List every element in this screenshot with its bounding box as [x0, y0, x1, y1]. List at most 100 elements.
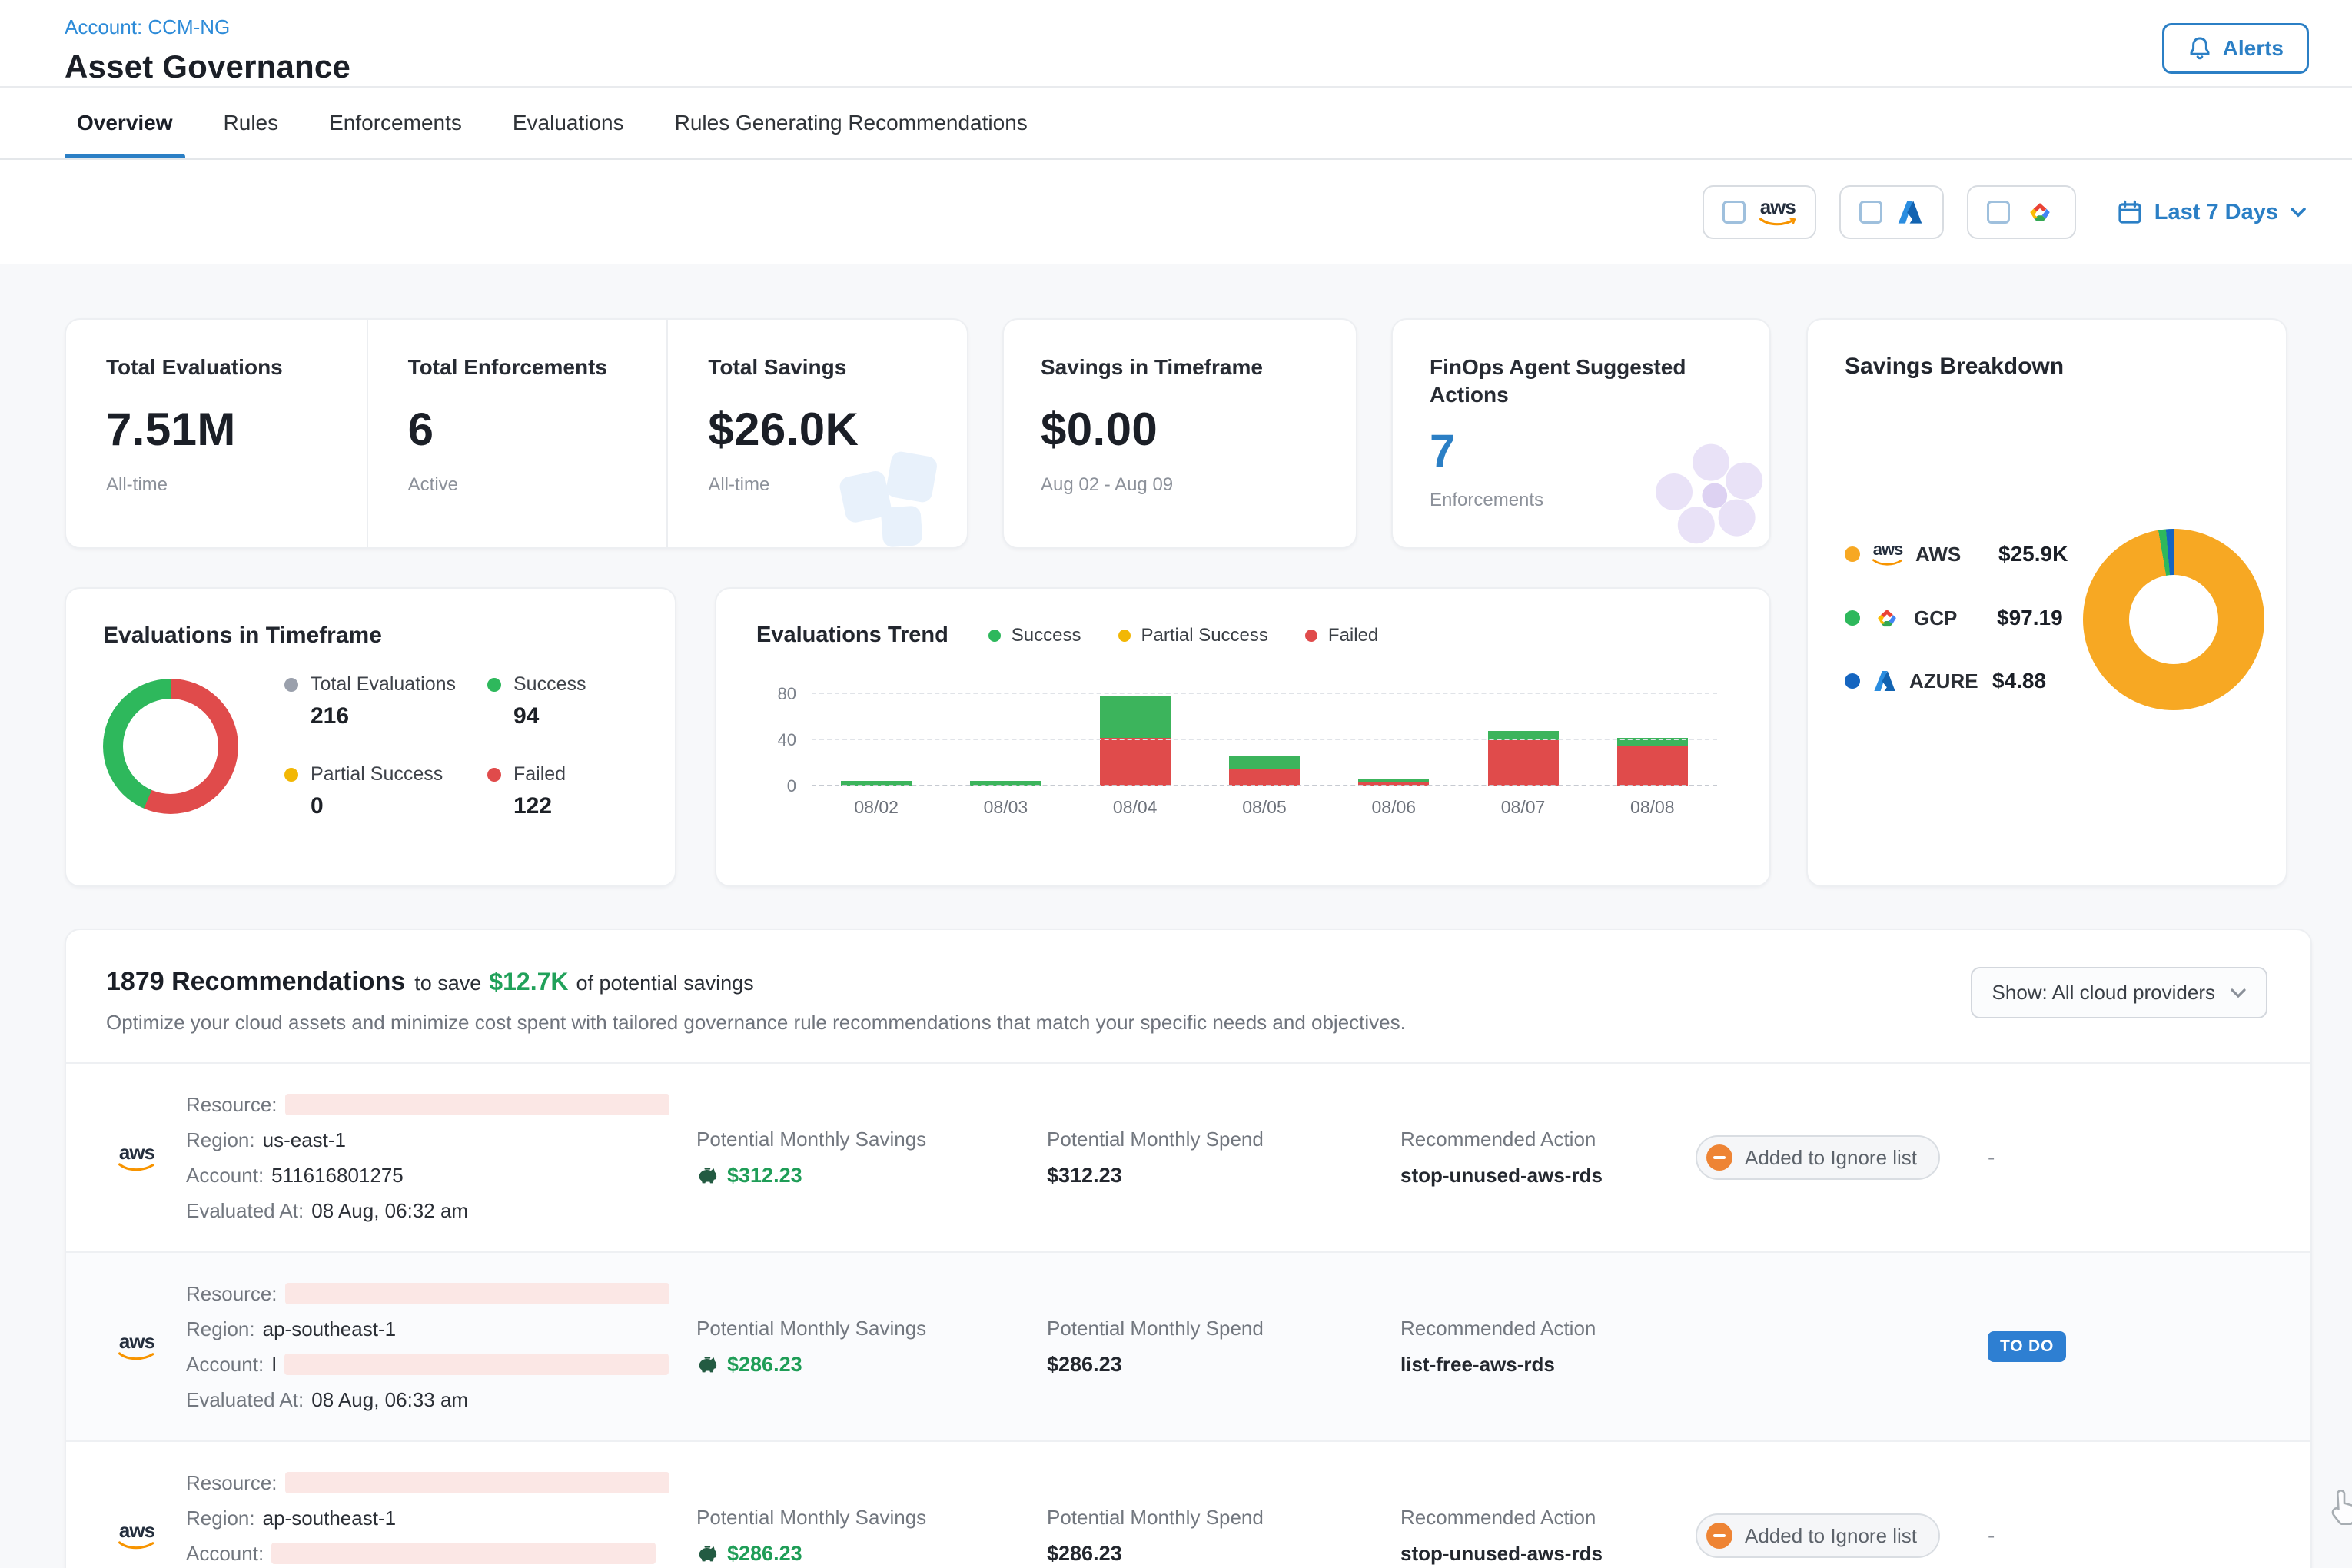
- spend-value: $286.23: [1047, 1353, 1400, 1377]
- region-value: ap-southeast-1: [263, 1500, 396, 1536]
- region-value: us-east-1: [263, 1122, 346, 1158]
- legend-success: Success: [988, 625, 1081, 646]
- legend-dot: [284, 678, 298, 692]
- legend-failed: Failed 122: [487, 763, 641, 819]
- savings-value: $286.23: [727, 1353, 802, 1377]
- trend-legend: Success Partial Success Failed: [988, 625, 1378, 646]
- evaluated-at-value: 08 Aug, 06:33 am: [311, 1382, 468, 1417]
- aws-logo: aws: [118, 1520, 155, 1551]
- page-title: Asset Governance: [65, 48, 2309, 85]
- provider-name: AWS: [1915, 543, 1986, 566]
- provider-savings: $97.19: [1997, 606, 2063, 630]
- stat-title: Total Evaluations: [106, 354, 367, 381]
- added-to-ignore-badge[interactable]: Added to Ignore list: [1696, 1135, 1940, 1180]
- savings-breakdown-legend: aws AWS $25.9K GCP $97.19 AZURE: [1845, 541, 2068, 693]
- recommendation-row[interactable]: aws Resource: Region:us-east-1 Account:5…: [66, 1062, 2310, 1251]
- legend-dot: [487, 678, 501, 692]
- legend-partial-success: Partial Success: [1118, 625, 1268, 646]
- azure-logo: [1872, 670, 1897, 692]
- resource-details: Resource: Region:ap-southeast-1 Account:…: [186, 1276, 696, 1417]
- piggy-bank-icon: [696, 1166, 718, 1186]
- stat-total-savings: Total Savings $26.0K All-time: [666, 320, 967, 547]
- main-content: Total Evaluations 7.51M All-time Total E…: [0, 264, 2352, 1568]
- dropdown-label: Show: All cloud providers: [1992, 981, 2215, 1005]
- alerts-button[interactable]: Alerts: [2162, 23, 2309, 74]
- account-link[interactable]: Account: CCM-NG: [65, 15, 2309, 39]
- gcp-logo: [1872, 606, 1902, 630]
- recommendations-card: 1879 Recommendationsto save$12.7Kof pote…: [65, 929, 2312, 1568]
- resource-details: Resource: Region:ap-southeast-1 Account:…: [186, 1465, 696, 1568]
- tab-rules[interactable]: Rules: [224, 88, 279, 158]
- stat-subtitle: All-time: [708, 474, 967, 496]
- stat-value: 7.51M: [106, 403, 367, 456]
- provider-filter-aws[interactable]: aws: [1703, 185, 1816, 239]
- stat-title: Savings in Timeframe: [1041, 354, 1356, 381]
- added-to-ignore-badge[interactable]: Added to Ignore list: [1696, 1513, 1940, 1558]
- trend-bar-column: 08/06: [1329, 688, 1458, 786]
- tab-enforcements[interactable]: Enforcements: [329, 88, 462, 158]
- potential-monthly-spend: Potential Monthly Spend $312.23: [1047, 1128, 1400, 1188]
- calendar-icon: [2118, 200, 2142, 224]
- stat-value: $26.0K: [708, 403, 967, 456]
- legend-dot: [1118, 630, 1131, 642]
- legend-dot: [1845, 673, 1860, 689]
- provider-savings: $4.88: [1992, 669, 2046, 693]
- trend-bar-column: 08/05: [1200, 688, 1329, 786]
- trend-plot: 08/0208/0308/0408/0508/0608/0708/08: [812, 688, 1717, 786]
- tab-evaluations[interactable]: Evaluations: [513, 88, 624, 158]
- potential-savings-amount: $12.7K: [489, 968, 568, 995]
- cloud-provider-filter-dropdown[interactable]: Show: All cloud providers: [1971, 967, 2267, 1018]
- stat-total-enforcements: Total Enforcements 6 Active: [367, 320, 667, 547]
- legend-failed: Failed: [1305, 625, 1378, 646]
- recommendation-row[interactable]: aws Resource: Region:ap-southeast-1 Acco…: [66, 1440, 2310, 1568]
- redacted-value: [285, 1094, 669, 1115]
- stat-subtitle: Active: [408, 474, 667, 496]
- redacted-value: [285, 1283, 669, 1304]
- savings-in-timeframe-card: Savings in Timeframe $0.00 Aug 02 - Aug …: [1002, 318, 1357, 549]
- recommendations-count: 1879 Recommendations: [106, 967, 405, 996]
- redacted-value: [271, 1543, 656, 1564]
- asset-governance-page: { "header": { "account_link": "Account: …: [0, 0, 2352, 1568]
- gcp-checkbox[interactable]: [1987, 201, 2010, 224]
- savings-breakdown-item-azure: AZURE $4.88: [1845, 669, 2068, 693]
- legend-dot: [1305, 630, 1317, 642]
- piggy-bank-icon: [696, 1544, 718, 1564]
- page-header: Account: CCM-NG Asset Governance Alerts: [0, 0, 2352, 88]
- potential-monthly-savings: Potential Monthly Savings $286.23: [696, 1506, 1047, 1566]
- stat-value: 6: [408, 403, 667, 456]
- aws-checkbox[interactable]: [1722, 201, 1746, 224]
- stat-value: 7: [1430, 424, 1732, 477]
- minus-circle-icon: [1706, 1144, 1732, 1171]
- recommendation-row[interactable]: aws Resource: Region:ap-southeast-1 Acco…: [66, 1251, 2310, 1440]
- savings-value: $312.23: [727, 1164, 802, 1188]
- action-value: stop-unused-aws-rds: [1400, 1164, 1696, 1188]
- stat-subtitle: All-time: [106, 474, 367, 496]
- cursor-artifact: [2330, 1488, 2352, 1525]
- potential-monthly-spend: Potential Monthly Spend $286.23: [1047, 1317, 1400, 1377]
- redacted-value: [284, 1354, 669, 1375]
- potential-monthly-spend: Potential Monthly Spend $286.23: [1047, 1506, 1400, 1566]
- savings-donut-chart: [2083, 529, 2264, 710]
- date-range-selector[interactable]: Last 7 Days: [2118, 200, 2306, 225]
- account-value: I: [271, 1347, 277, 1382]
- legend-dot: [487, 768, 501, 782]
- action-value: list-free-aws-rds: [1400, 1353, 1696, 1377]
- tab-overview[interactable]: Overview: [77, 88, 173, 158]
- provider-filter-gcp[interactable]: [1967, 185, 2076, 239]
- tab-bar: Overview Rules Enforcements Evaluations …: [0, 88, 2352, 160]
- spend-value: $286.23: [1047, 1542, 1400, 1566]
- tab-rules-generating-recommendations[interactable]: Rules Generating Recommendations: [675, 88, 1028, 158]
- aws-logo: aws: [118, 1142, 155, 1173]
- provider-filter-azure[interactable]: [1839, 185, 1944, 239]
- stats-card: Total Evaluations 7.51M All-time Total E…: [65, 318, 968, 549]
- azure-checkbox[interactable]: [1859, 201, 1882, 224]
- region-value: ap-southeast-1: [263, 1311, 396, 1347]
- trend-bar-column: 08/04: [1071, 688, 1200, 786]
- stat-subtitle: Enforcements: [1430, 490, 1732, 511]
- finops-agent-card: FinOps Agent Suggested Actions 7 Enforce…: [1391, 318, 1771, 549]
- aws-logo: aws: [1872, 541, 1903, 567]
- trailing-value: -: [1966, 1523, 2274, 1548]
- recommendations-subtitle: Optimize your cloud assets and minimize …: [106, 1011, 1406, 1035]
- aws-logo: aws: [1759, 197, 1796, 228]
- stat-title: Total Savings: [708, 354, 967, 381]
